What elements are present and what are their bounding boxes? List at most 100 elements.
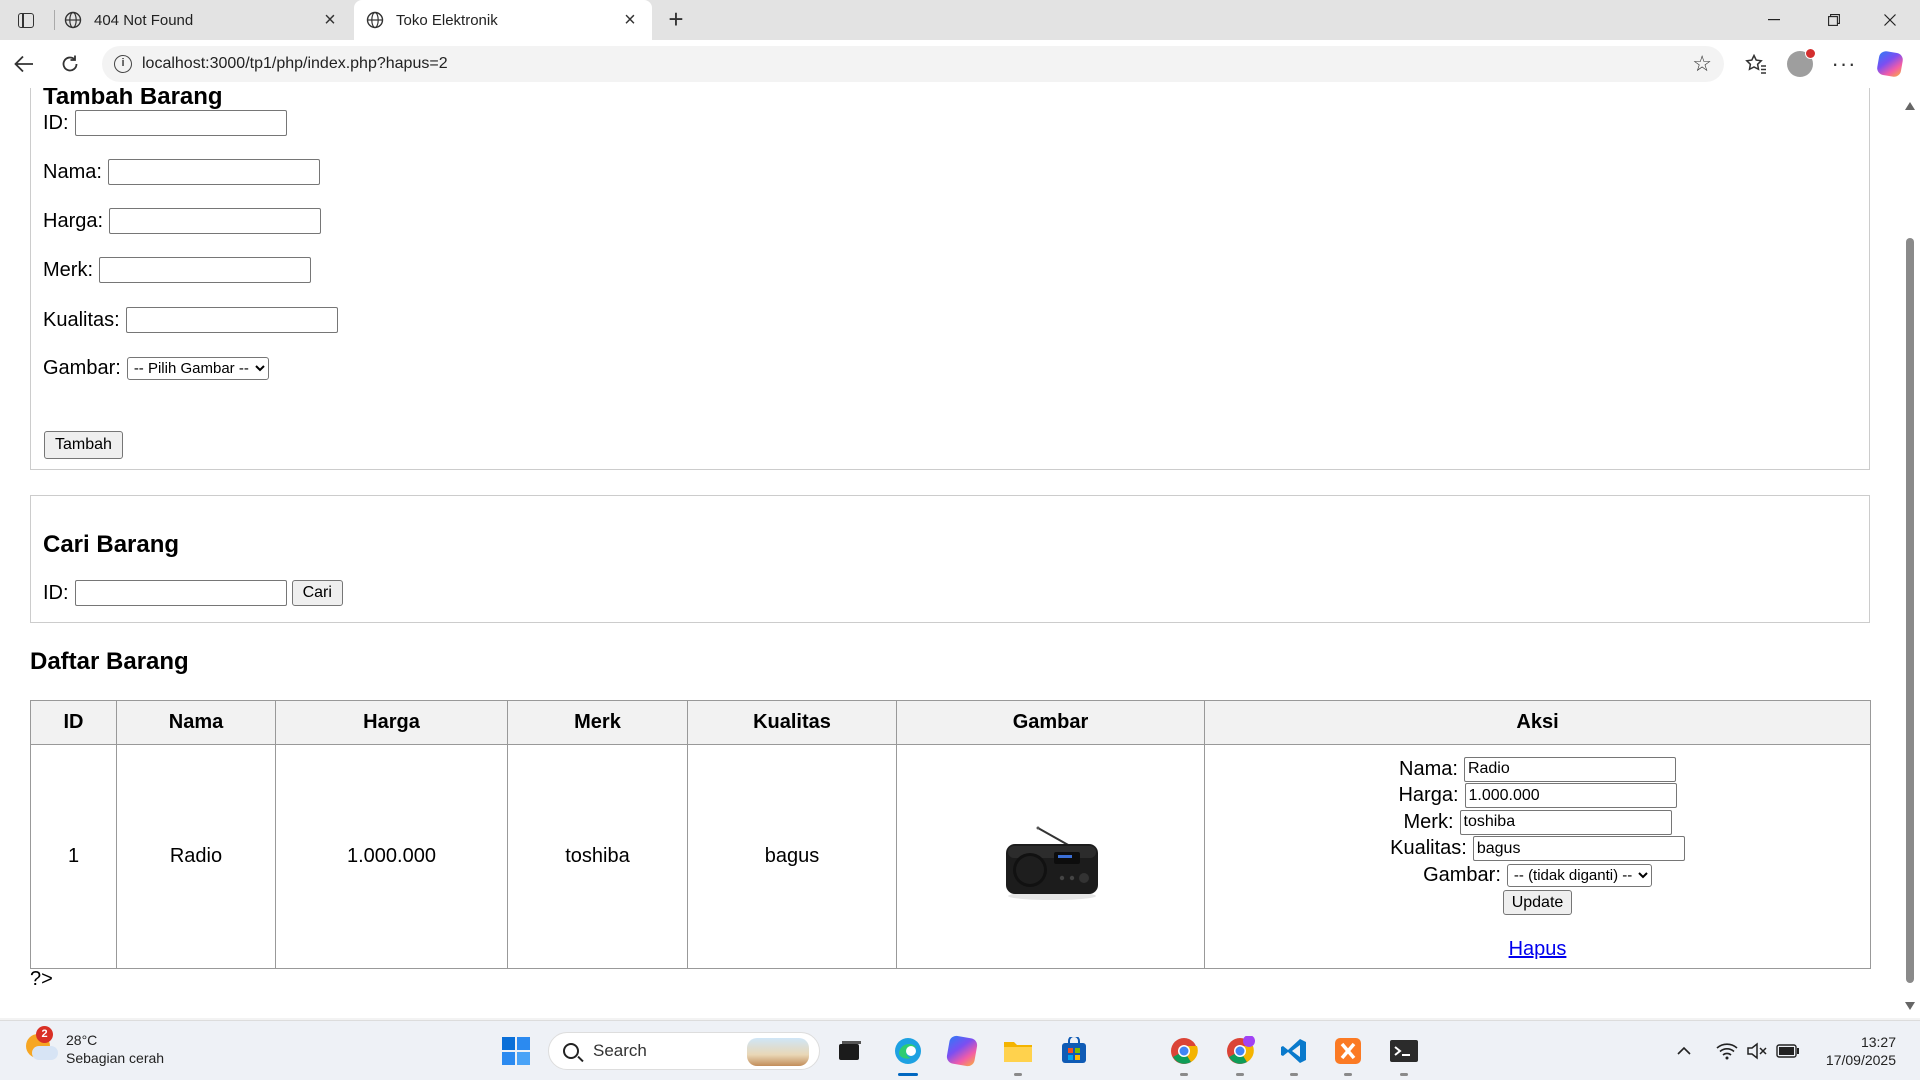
- new-tab-icon[interactable]: +: [662, 6, 690, 34]
- cari-id-row: ID: Cari: [43, 580, 343, 606]
- tambah-id-input[interactable]: [74, 110, 287, 136]
- edit-gambar-select[interactable]: -- (tidak diganti) --: [1506, 863, 1652, 887]
- tambah-button[interactable]: Tambah: [44, 431, 123, 459]
- column-header: Kualitas: [687, 700, 897, 745]
- cari-button[interactable]: Cari: [291, 580, 343, 606]
- column-header: Harga: [275, 700, 508, 745]
- file-explorer-button[interactable]: [1000, 1033, 1036, 1076]
- cell-merk: toshiba: [507, 744, 688, 969]
- xampp-button[interactable]: [1330, 1033, 1366, 1076]
- task-view-button[interactable]: [832, 1033, 868, 1069]
- volume-muted-icon[interactable]: [1746, 1021, 1768, 1080]
- edit-kualitas-row: Kualitas:: [1390, 835, 1685, 862]
- system-clock[interactable]: 13:27 17/09/2025: [1826, 1033, 1896, 1069]
- windows-start-icon: [502, 1037, 530, 1065]
- chrome-profile-icon: [1227, 1036, 1255, 1064]
- minimize-icon[interactable]: [1746, 0, 1802, 40]
- tambah-harga-row: Harga:: [43, 208, 322, 234]
- daftar-barang-heading: Daftar Barang: [30, 648, 189, 675]
- column-header: ID: [30, 700, 117, 745]
- edit-harga-input[interactable]: [1464, 783, 1677, 808]
- start-button[interactable]: [498, 1033, 534, 1069]
- favorites-icon[interactable]: [1740, 48, 1772, 80]
- url-text: localhost:3000/tp1/php/index.php?hapus=2: [142, 55, 448, 72]
- more-options-icon[interactable]: ···: [1828, 48, 1860, 80]
- terminal-icon: [1390, 1040, 1418, 1062]
- copilot-button[interactable]: [1874, 48, 1906, 80]
- hapus-link[interactable]: Hapus: [1509, 938, 1567, 961]
- tab-title: 404 Not Found: [94, 11, 194, 29]
- close-tab-icon[interactable]: ×: [320, 10, 340, 30]
- cell-nama: Radio: [116, 744, 276, 969]
- edit-form: Nama: Harga: Merk: Kualitas:: [1205, 752, 1870, 962]
- column-header: Merk: [507, 700, 688, 745]
- trailing-text: ?>: [30, 968, 53, 990]
- refresh-button[interactable]: [54, 48, 86, 80]
- cari-barang-heading: Cari Barang: [43, 531, 180, 558]
- scroll-down-icon[interactable]: [1905, 1002, 1915, 1010]
- close-tab-icon[interactable]: ×: [620, 10, 640, 30]
- edge-taskbar-button[interactable]: [890, 1033, 926, 1076]
- tambah-gambar-select[interactable]: -- Pilih Gambar --: [126, 357, 269, 380]
- tambah-id-row: ID:: [43, 110, 287, 136]
- weather-widget[interactable]: 2 28°C Sebagian cerah: [24, 1026, 165, 1067]
- vscode-button[interactable]: [1276, 1033, 1312, 1076]
- back-button[interactable]: [8, 48, 40, 80]
- store-icon: [1062, 1037, 1086, 1063]
- store-button[interactable]: [1056, 1033, 1092, 1069]
- clock-time: 13:27: [1860, 1034, 1896, 1050]
- tambah-nama-input[interactable]: [107, 159, 320, 185]
- update-button[interactable]: Update: [1502, 890, 1573, 916]
- tambah-kualitas-row: Kualitas:: [43, 307, 338, 333]
- chrome-button[interactable]: [1166, 1033, 1202, 1076]
- favorite-star-icon[interactable]: ☆: [1692, 51, 1712, 77]
- table-header-row: ID Nama Harga Merk Kualitas Gambar Aksi: [30, 700, 1871, 745]
- tambah-harga-input[interactable]: [109, 208, 322, 234]
- edit-nama-label: Nama:: [1399, 757, 1458, 780]
- edit-merk-row: Merk:: [1404, 809, 1672, 836]
- tab-actions-button[interactable]: [8, 6, 44, 34]
- edit-harga-label: Harga:: [1398, 784, 1459, 806]
- tambah-merk-row: Merk:: [43, 257, 311, 283]
- page-scrollbar[interactable]: [1900, 88, 1920, 1018]
- site-info-icon[interactable]: i: [114, 55, 132, 73]
- close-window-icon[interactable]: [1862, 0, 1918, 40]
- vscode-icon: [1281, 1039, 1306, 1063]
- show-hidden-icons[interactable]: [1676, 1021, 1692, 1080]
- cari-id-input[interactable]: [74, 580, 287, 606]
- tambah-merk-input[interactable]: [99, 257, 311, 283]
- merk-label: Merk:: [43, 258, 93, 281]
- cell-gambar: [896, 744, 1205, 969]
- profile-button[interactable]: [1784, 48, 1816, 80]
- copilot-taskbar-button[interactable]: [944, 1033, 980, 1069]
- edit-gambar-label: Gambar:: [1423, 863, 1501, 886]
- tambah-kualitas-input[interactable]: [125, 307, 338, 333]
- wifi-icon[interactable]: [1716, 1021, 1738, 1080]
- edit-kualitas-input[interactable]: [1472, 836, 1685, 861]
- nama-label: Nama:: [43, 160, 102, 183]
- cell-id: 1: [30, 744, 117, 969]
- tab-404-not-found[interactable]: 404 Not Found ×: [52, 0, 352, 40]
- weather-desc: Sebagian cerah: [66, 1050, 165, 1066]
- tab-toko-elektronik[interactable]: Toko Elektronik ×: [354, 0, 652, 40]
- address-bar[interactable]: i localhost:3000/tp1/php/index.php?hapus…: [102, 46, 1724, 82]
- weather-icon: 2: [24, 1026, 58, 1066]
- scroll-thumb[interactable]: [1906, 238, 1914, 983]
- taskbar-search[interactable]: Search: [548, 1032, 820, 1070]
- id-label: ID:: [43, 111, 69, 134]
- restore-icon[interactable]: [1806, 0, 1862, 40]
- cell-aksi: Nama: Harga: Merk: Kualitas:: [1204, 744, 1871, 969]
- terminal-button[interactable]: [1386, 1033, 1422, 1076]
- edit-nama-input[interactable]: [1463, 756, 1676, 782]
- scroll-up-icon[interactable]: [1905, 102, 1915, 110]
- globe-icon: [366, 11, 384, 29]
- edit-merk-input[interactable]: [1459, 809, 1672, 835]
- battery-icon[interactable]: [1776, 1021, 1800, 1080]
- copilot-icon: [1876, 50, 1904, 78]
- daftar-barang-table: ID Nama Harga Merk Kualitas Gambar Aksi …: [30, 700, 1871, 969]
- chrome-profile-button[interactable]: [1222, 1033, 1258, 1076]
- edit-harga-row: Harga:: [1398, 782, 1677, 809]
- back-arrow-icon: [14, 55, 33, 73]
- gambar-label: Gambar:: [43, 357, 121, 379]
- weather-temp: 28°C: [66, 1032, 98, 1048]
